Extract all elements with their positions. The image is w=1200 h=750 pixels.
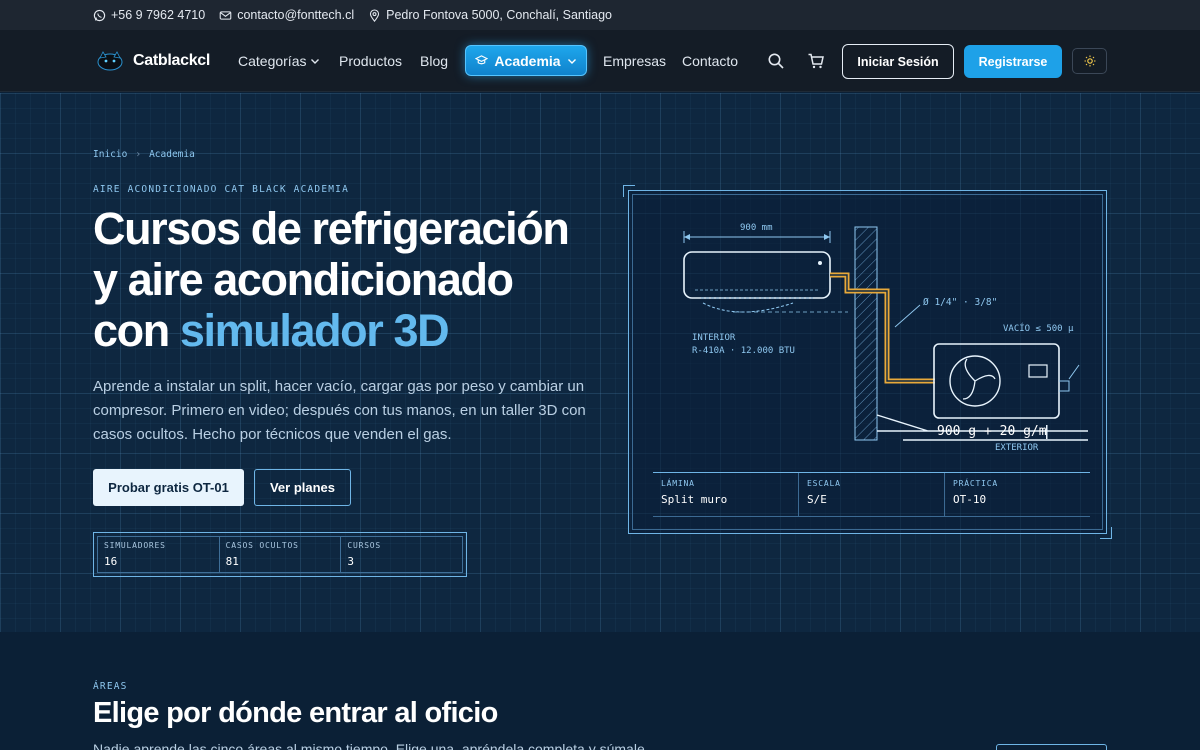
graduation-cap-icon	[475, 55, 489, 65]
stat-label: CURSOS	[347, 541, 382, 550]
breadcrumb: Inicio › Academia	[93, 149, 195, 160]
nav-contacto-label: Contacto	[682, 53, 739, 69]
outdoor-unit-panel	[1028, 364, 1048, 378]
nav-contacto[interactable]: Contacto	[682, 53, 738, 69]
pipe-diameter-label: Ø 1/4" · 3/8"	[923, 297, 998, 308]
stat-label: CASOS OCULTOS	[225, 541, 299, 550]
stat-casos-ocultos: CASOS OCULTOS 81	[220, 537, 342, 572]
hero-title-line-2: y aire acondicionado	[93, 254, 514, 305]
hero-title-line-1: Cursos de refrigeración	[93, 203, 570, 254]
nav-empresas[interactable]: Empresas	[603, 53, 666, 69]
stat-cursos: CURSOS 3	[341, 537, 462, 572]
stat-simuladores: SIMULADORES 16	[98, 537, 220, 572]
areas-action-button[interactable]	[996, 744, 1107, 750]
interior-spec: R-410A · 12.000 BTU	[692, 346, 795, 356]
stat-value: 16	[104, 555, 118, 568]
view-plans-button[interactable]: Ver planes	[254, 469, 351, 506]
indoor-unit-led	[818, 261, 822, 265]
titleblock-value: OT-10	[953, 493, 987, 506]
vacuum-label: VACÍO ≤ 500 µ	[1003, 324, 1074, 334]
stat-label: SIMULADORES	[104, 541, 166, 550]
cat-logo-icon	[97, 51, 123, 71]
login-button[interactable]: Iniciar Sesión	[842, 44, 954, 79]
hero-section: Inicio › Academia AIRE ACONDICIONADO CAT…	[0, 93, 1200, 632]
logo-text: Catblackcl	[133, 52, 211, 69]
outdoor-fan-blades	[962, 358, 996, 400]
service-valve	[1059, 364, 1080, 392]
nav-categorias-label: Categorías	[238, 53, 307, 69]
interior-label: INTERIOR	[692, 333, 736, 343]
titleblock-label: LÁMINA	[661, 479, 695, 488]
hero-title: Cursos de refrigeración y aire acondicio…	[93, 203, 613, 356]
nav-productos-label: Productos	[339, 53, 403, 69]
titleblock-label: ESCALA	[807, 479, 841, 488]
stats-panel: SIMULADORES 16 CASOS OCULTOS 81 CURSOS 3	[93, 532, 467, 577]
register-button[interactable]: Registrarse	[964, 45, 1062, 78]
chevron-down-icon	[567, 58, 576, 64]
titleblock-practica: PRÁCTICA OT-10	[945, 473, 1090, 516]
areas-section: ÁREAS Elige por dónde entrar al oficio N…	[0, 632, 1200, 750]
exterior-label: EXTERIOR	[995, 443, 1039, 453]
hero-title-accent: simulador 3D	[179, 305, 450, 356]
try-free-button[interactable]: Probar gratis OT-01	[93, 469, 244, 506]
indoor-unit-outline	[683, 251, 831, 299]
map-pin-icon	[370, 8, 380, 22]
email-contact[interactable]: contacto@fonttech.cl	[219, 8, 354, 22]
areas-title: Elige por dónde entrar al oficio	[93, 697, 498, 729]
nav-blog-label: Blog	[420, 53, 449, 69]
address-text: Pedro Fontova 5000, Conchalí, Santiago	[386, 8, 612, 22]
nav-academia-label: Academia	[494, 52, 561, 69]
sun-icon	[1084, 55, 1095, 67]
nav-empresas-label: Empresas	[603, 53, 667, 69]
site-logo[interactable]: Catblackcl	[95, 49, 210, 73]
breadcrumb-academia: Academia	[149, 149, 195, 160]
top-info-bar: +56 9 7962 4710 contacto@fonttech.cl Ped…	[0, 0, 1200, 30]
titleblock-lamina: LÁMINA Split muro	[653, 473, 799, 516]
cart-icon[interactable]	[807, 52, 825, 70]
charge-formula: 900 g + 20 g/m	[937, 424, 1047, 439]
titleblock-escala: ESCALA S/E	[799, 473, 945, 516]
dimension-label: 900 mm	[740, 223, 773, 233]
breadcrumb-separator: ›	[135, 149, 142, 160]
blueprint-title-block: LÁMINA Split muro ESCALA S/E PRÁCTICA OT…	[653, 472, 1090, 517]
hero-description: Aprende a instalar un split, hacer vacío…	[93, 378, 586, 443]
hero-title-line-3: con	[93, 305, 180, 356]
whatsapp-icon	[93, 9, 106, 21]
titleblock-value: Split muro	[661, 493, 728, 506]
breadcrumb-inicio[interactable]: Inicio	[93, 149, 127, 160]
outdoor-unit-outline	[933, 343, 1060, 419]
titleblock-label: PRÁCTICA	[953, 479, 998, 488]
phone-text: +56 9 7962 4710	[111, 8, 206, 22]
nav-productos[interactable]: Productos	[339, 53, 402, 69]
main-navbar: Catblackcl Categorías Productos Blog Aca…	[0, 30, 1200, 92]
nav-categorias[interactable]: Categorías	[238, 53, 320, 69]
nav-academia[interactable]: Academia	[465, 45, 587, 76]
stat-value: 3	[347, 555, 354, 568]
airflow-curve	[702, 302, 794, 313]
titleblock-value: S/E	[807, 493, 827, 506]
hero-eyebrow: AIRE ACONDICIONADO CAT BLACK ACADEMIA	[93, 184, 350, 195]
areas-description: Nadie aprende las cinco áreas al mismo t…	[93, 741, 645, 750]
mail-icon	[219, 10, 232, 20]
nav-blog[interactable]: Blog	[420, 53, 448, 69]
phone-contact[interactable]: +56 9 7962 4710	[93, 8, 205, 22]
search-icon[interactable]	[767, 52, 785, 70]
address-contact[interactable]: Pedro Fontova 5000, Conchalí, Santiago	[368, 8, 612, 22]
pipe-leader-line	[894, 304, 921, 328]
theme-toggle-button[interactable]	[1072, 48, 1107, 74]
wall-section	[854, 226, 878, 441]
split-install-blueprint: 900 mm Ø 1/4" · 3/8" VACÍO ≤ 500 µ INTER…	[628, 190, 1107, 534]
stat-value: 81	[225, 555, 239, 568]
indoor-unit-vents	[695, 289, 819, 299]
areas-eyebrow: ÁREAS	[93, 681, 128, 692]
email-text: contacto@fonttech.cl	[237, 8, 355, 22]
chevron-down-icon	[311, 59, 320, 64]
